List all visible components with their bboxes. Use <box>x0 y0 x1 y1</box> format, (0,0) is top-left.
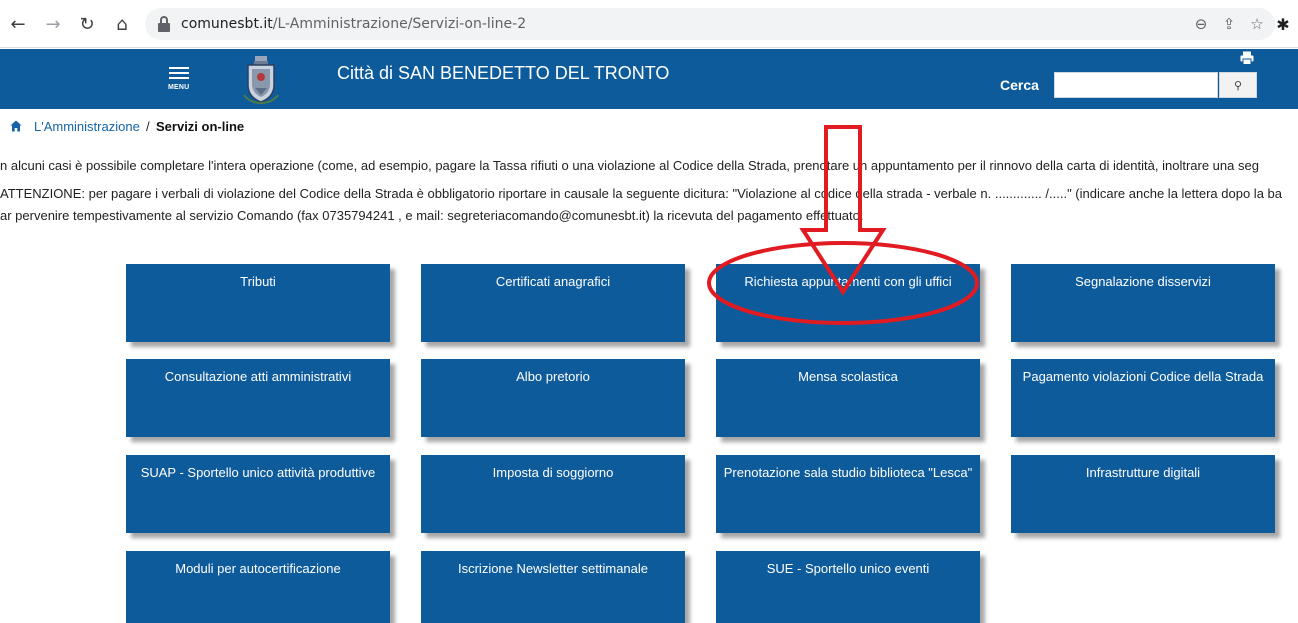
url-host: comunesbt.it <box>181 16 273 32</box>
forward-arrow-icon[interactable]: → <box>41 12 65 36</box>
tile-iscrizione-newsletter[interactable]: Iscrizione Newsletter settimanale <box>421 551 685 623</box>
print-icon[interactable] <box>1240 51 1254 65</box>
back-arrow-icon[interactable]: ← <box>6 12 30 36</box>
intro-line-1: n alcuni casi è possibile completare l'i… <box>0 158 1259 173</box>
tile-pagamento-violazioni[interactable]: Pagamento violazioni Codice della Strada <box>1011 359 1275 437</box>
breadcrumb-separator: / <box>146 119 150 134</box>
search-input[interactable] <box>1054 72 1218 98</box>
site-header: MENU Città di SAN BENEDETTO DEL TRONTO C… <box>0 49 1298 109</box>
city-crest-logo[interactable] <box>240 55 282 105</box>
search-label: Cerca <box>1000 77 1039 93</box>
breadcrumb-link-amministrazione[interactable]: L'Amministrazione <box>34 119 140 134</box>
tile-albo-pretorio[interactable]: Albo pretorio <box>421 359 685 437</box>
zoom-icon[interactable]: ⊖ <box>1191 14 1211 34</box>
extensions-puzzle-icon[interactable]: ✱ <box>1272 13 1294 35</box>
lock-icon[interactable] <box>157 16 171 32</box>
breadcrumb-current: Servizi on-line <box>156 119 245 134</box>
tile-suap[interactable]: SUAP - Sportello unico attività produtti… <box>126 455 390 533</box>
tile-tributi[interactable]: Tributi <box>126 264 390 342</box>
tile-segnalazione-disservizi[interactable]: Segnalazione disservizi <box>1011 264 1275 342</box>
tile-prenotazione-sala-studio[interactable]: Prenotazione sala studio biblioteca "Les… <box>716 455 980 533</box>
tile-certificati-anagrafici[interactable]: Certificati anagrafici <box>421 264 685 342</box>
reload-icon[interactable]: ↻ <box>75 12 99 36</box>
tile-mensa-scolastica[interactable]: Mensa scolastica <box>716 359 980 437</box>
tile-richiesta-appuntamenti[interactable]: Richiesta appuntamenti con gli uffici <box>716 264 980 342</box>
search-icon: ⚲ <box>1233 78 1243 92</box>
home-icon[interactable]: ⌂ <box>110 12 134 36</box>
share-icon[interactable]: ⇪ <box>1219 14 1239 34</box>
tile-moduli-autocertificazione[interactable]: Moduli per autocertificazione <box>126 551 390 623</box>
site-title[interactable]: Città di SAN BENEDETTO DEL TRONTO <box>337 63 669 84</box>
intro-line-3: ar pervenire tempestivamente al servizio… <box>0 208 864 223</box>
tile-infrastrutture-digitali[interactable]: Infrastrutture digitali <box>1011 455 1275 533</box>
home-icon[interactable] <box>10 120 22 132</box>
tile-imposta-soggiorno[interactable]: Imposta di soggiorno <box>421 455 685 533</box>
address-bar[interactable]: comunesbt.it/L-Amministrazione/Servizi-o… <box>145 8 1275 40</box>
star-icon[interactable]: ☆ <box>1247 14 1267 34</box>
browser-toolbar: ← → ↻ ⌂ comunesbt.it/L-Amministrazione/S… <box>0 0 1298 48</box>
intro-line-2: ATTENZIONE: per pagare i verbali di viol… <box>0 186 1282 201</box>
menu-button[interactable]: MENU <box>168 63 192 93</box>
url-path: /L-Amministrazione/Servizi-on-line-2 <box>272 16 527 32</box>
tile-sue[interactable]: SUE - Sportello unico eventi <box>716 551 980 623</box>
url-text[interactable]: comunesbt.it/L-Amministrazione/Servizi-o… <box>181 16 526 32</box>
menu-label: MENU <box>168 84 190 91</box>
tile-consultazione-atti[interactable]: Consultazione atti amministrativi <box>126 359 390 437</box>
search-button[interactable]: ⚲ <box>1219 72 1257 98</box>
